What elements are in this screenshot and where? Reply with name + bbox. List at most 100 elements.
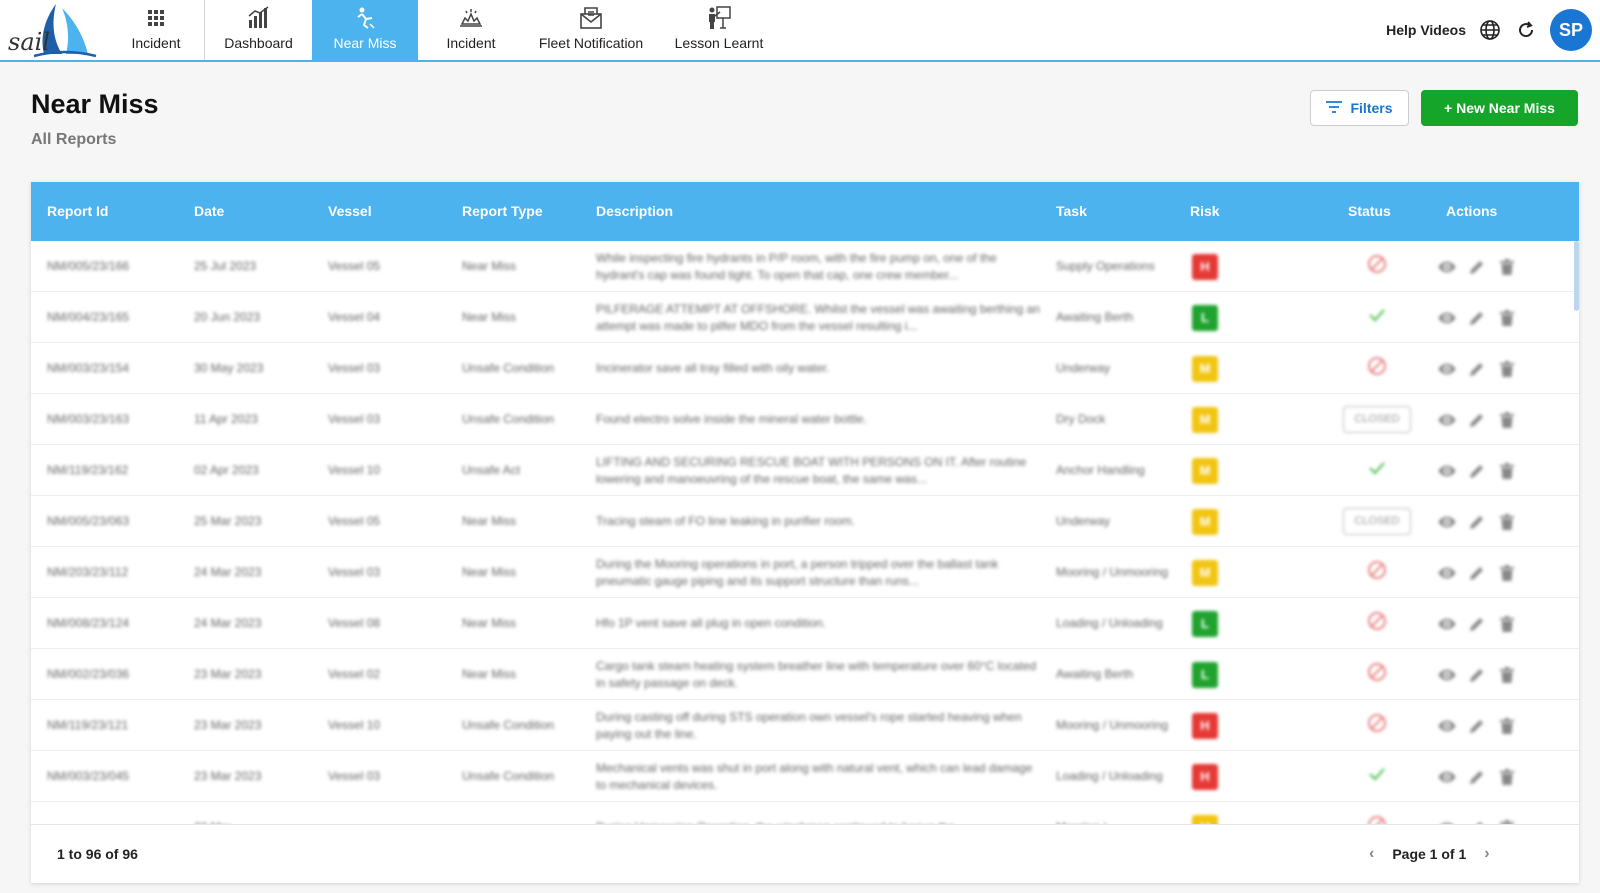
nav-item-incident-2[interactable]: Incident [418,0,524,60]
main-nav: Incident Dashboard Near Miss Incident Fl… [108,0,780,60]
edit-icon[interactable] [1468,717,1486,735]
cell-risk: M [1190,802,1220,824]
cell-report-type: Unsafe Act [462,463,521,477]
edit-icon[interactable] [1468,360,1486,378]
column-header-status[interactable]: Status [1348,203,1391,219]
cell-task: Awaiting Berth [1056,310,1134,324]
delete-icon[interactable] [1498,309,1516,327]
new-near-miss-button[interactable]: + New Near Miss [1421,90,1578,126]
filters-button-label: Filters [1350,100,1393,116]
column-header-actions: Actions [1446,203,1498,219]
cell-vessel: Vessel 04 [328,310,381,324]
nav-item-incident[interactable]: Incident [108,0,205,60]
view-icon[interactable] [1438,360,1456,378]
delete-icon[interactable] [1498,717,1516,735]
view-icon[interactable] [1438,717,1456,735]
edit-icon[interactable] [1468,462,1486,480]
column-header-risk[interactable]: Risk [1190,203,1220,219]
nav-item-near-miss[interactable]: Near Miss [312,0,418,60]
column-header-vessel[interactable]: Vessel [328,203,372,219]
status-badge: CLOSED [1343,508,1411,535]
edit-icon[interactable] [1468,564,1486,582]
cell-task: Dry Dock [1056,412,1106,426]
delete-icon[interactable] [1498,411,1516,429]
filters-button[interactable]: Filters [1310,90,1409,126]
nav-item-fleet-notification[interactable]: Fleet Notification [524,0,658,60]
risk-badge: H [1192,253,1218,280]
view-icon[interactable] [1438,513,1456,531]
column-header-report-type[interactable]: Report Type [462,203,543,219]
table-row[interactable]: NM/119/23/162 02 Apr 2023 Vessel 10 Unsafe … [31,445,1579,496]
view-icon[interactable] [1438,564,1456,582]
view-icon[interactable] [1438,768,1456,786]
edit-icon[interactable] [1468,258,1486,276]
table-row[interactable]: NM/003/23/154 30 May 2023 Vessel 03 Unsafe … [31,343,1579,394]
edit-icon[interactable] [1468,666,1486,684]
delete-icon[interactable] [1498,258,1516,276]
delete-icon[interactable] [1498,615,1516,633]
globe-icon[interactable] [1478,18,1502,42]
cell-description: During the Mooring operations in port, a… [596,547,1041,598]
nav-item-dashboard[interactable]: Dashboard [205,0,312,60]
next-page-icon[interactable]: › [1484,845,1489,863]
cell-task: Loading / Unloading [1056,769,1163,783]
table-row[interactable]: NM/005/23/166 25 Jul 2023 Vessel 05 Near Mi… [31,241,1579,292]
table-row[interactable]: NM/119/23/121 23 Mar 2023 Vessel 10 Unsafe … [31,700,1579,751]
table-row[interactable]: NM/008/23/124 24 Mar 2023 Vessel 08 Near Mi… [31,598,1579,649]
delete-icon[interactable] [1498,564,1516,582]
cell-vessel: Vessel 05 [328,259,381,273]
cell-risk: M [1190,496,1220,547]
edit-icon[interactable] [1468,513,1486,531]
nav-item-lesson-learnt[interactable]: Lesson Learnt [658,0,780,60]
delete-icon[interactable] [1498,768,1516,786]
table-row[interactable]: NM/203/23/112 24 Mar 2023 Vessel 03 Near Mi… [31,547,1579,598]
cell-description: Tracing steam of FO line leaking in puri… [596,496,1041,547]
description-text: During casting off during STS operation … [596,709,1022,741]
cell-report-type: Near Miss [462,514,517,528]
cell-report-type: Near Miss [462,667,517,681]
user-avatar[interactable]: SP [1550,9,1592,51]
cell-report-type: Near Miss [462,310,517,324]
edit-icon[interactable] [1468,615,1486,633]
help-videos-link[interactable]: Help Videos [1386,22,1466,38]
prev-page-icon[interactable]: ‹ [1369,845,1374,863]
cell-status [1337,598,1417,649]
table-row[interactable]: NM/005/23/063 25 Mar 2023 Vessel 05 Near Mi… [31,496,1579,547]
delete-icon[interactable] [1498,666,1516,684]
view-icon[interactable] [1438,258,1456,276]
refresh-icon[interactable] [1514,18,1538,42]
view-icon[interactable] [1438,615,1456,633]
view-icon[interactable] [1438,309,1456,327]
risk-badge: L [1192,304,1218,331]
table-scrollbar[interactable] [1574,241,1579,311]
cell-description: Hfo 1P vent save all plug in open condit… [596,598,1041,649]
cell-status: CLOSED [1337,394,1417,445]
presenter-icon [706,5,732,31]
description-text: Cargo tank steam heating system breather… [596,658,1037,690]
delete-icon[interactable] [1498,462,1516,480]
cell-actions [1438,292,1548,343]
table-row[interactable]: NM/003/23/045 23 Mar 2023 Vessel 03 Unsafe … [31,751,1579,802]
edit-icon[interactable] [1468,411,1486,429]
sail-logo[interactable]: sail [0,0,108,60]
view-icon[interactable] [1438,666,1456,684]
view-icon[interactable] [1438,462,1456,480]
table-row[interactable]: 22 Mar During Unmooring Operation, the wi… [31,802,1579,824]
risk-badge: M [1192,814,1218,824]
edit-icon[interactable] [1468,768,1486,786]
cell-vessel: Vessel 03 [328,361,381,375]
table-row[interactable]: NM/004/23/165 20 Jun 2023 Vessel 04 Near Mi… [31,292,1579,343]
delete-icon[interactable] [1498,513,1516,531]
column-header-description[interactable]: Description [596,203,673,219]
view-icon[interactable] [1438,411,1456,429]
cell-vessel: Vessel 05 [328,514,381,528]
cell-description: Found electro solve inside the mineral w… [596,394,1041,445]
delete-icon[interactable] [1498,360,1516,378]
table-row[interactable]: NM/003/23/163 11 Apr 2023 Vessel 03 Unsafe … [31,394,1579,445]
column-header-date[interactable]: Date [194,203,224,219]
edit-icon[interactable] [1468,309,1486,327]
table-row[interactable]: NM/002/23/036 23 Mar 2023 Vessel 02 Near Mi… [31,649,1579,700]
column-header-task[interactable]: Task [1056,203,1087,219]
cell-actions [1438,343,1548,394]
column-header-report-id[interactable]: Report Id [47,203,108,219]
